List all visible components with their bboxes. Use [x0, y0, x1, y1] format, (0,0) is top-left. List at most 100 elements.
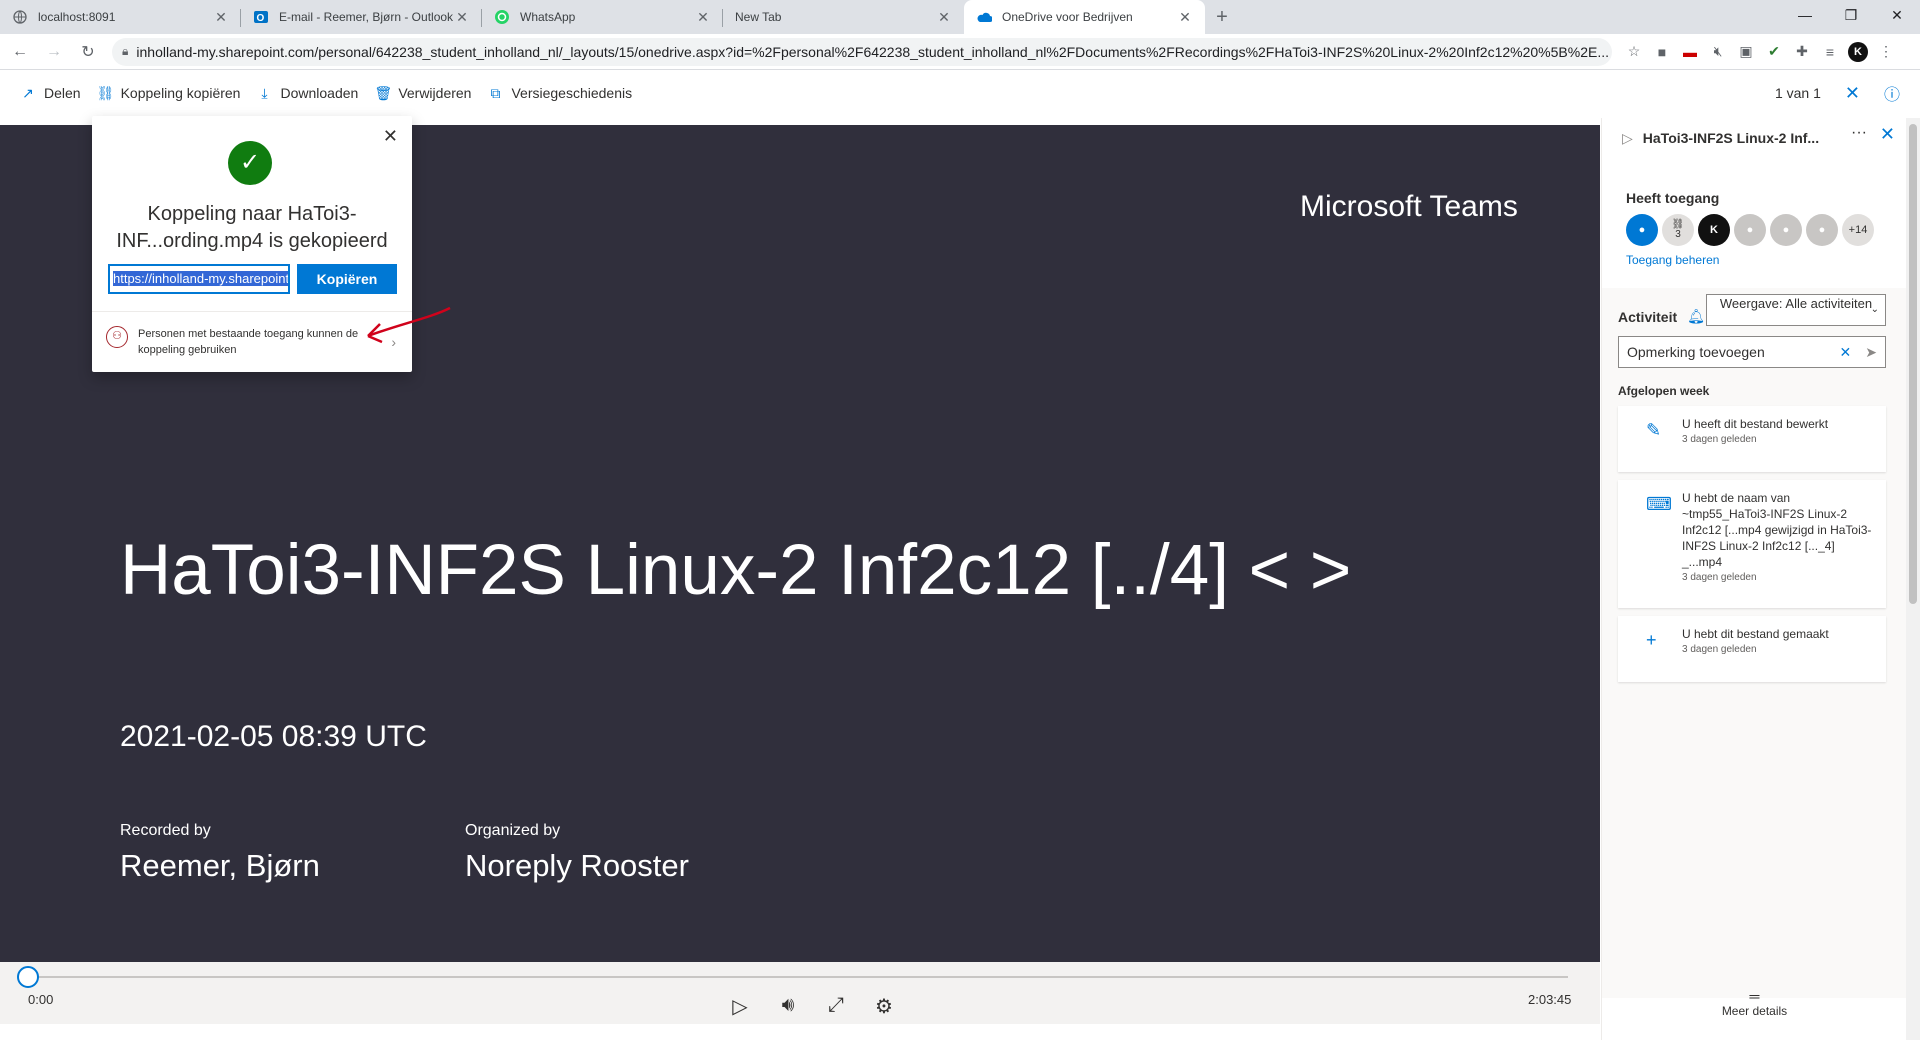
avatar[interactable]: ● — [1770, 214, 1802, 246]
close-icon[interactable]: ✕ — [383, 126, 398, 147]
avatar[interactable]: K — [1698, 214, 1730, 246]
profile-avatar[interactable]: K — [1844, 38, 1872, 66]
forward-icon[interactable]: → — [40, 38, 68, 66]
close-icon[interactable]: ✕ — [936, 9, 952, 25]
info-icon[interactable]: ⓘ — [1884, 81, 1900, 105]
copy-link-button[interactable]: ⛓ Koppeling kopiëren — [97, 85, 241, 102]
reload-icon[interactable]: ↻ — [74, 38, 102, 66]
maximize-icon[interactable]: ❐ — [1828, 0, 1874, 30]
link-url-field[interactable]: https://inholland-my.sharepoint.com — [108, 264, 290, 294]
globe-icon — [12, 9, 28, 25]
details-panel: ▷ HaToi3-INF2S Linux-2 Inf... ··· ✕ Heef… — [1601, 118, 1907, 1040]
recorded-by-label: Recorded by — [120, 822, 211, 839]
extension-icon[interactable]: ▬ — [1676, 38, 1704, 66]
link-settings-text: Personen met bestaande toegang kunnen de… — [138, 328, 359, 356]
link-share-icon[interactable]: ⛓ 3 — [1662, 214, 1694, 246]
extension-icon[interactable]: ✔ — [1760, 38, 1788, 66]
seek-bar[interactable] — [28, 976, 1568, 978]
link-icon: ⛓ — [96, 84, 115, 101]
control-buttons: ▷ 🔊︎ ⤢ ⚙ — [716, 994, 908, 1019]
last-week-heading: Afgelopen week — [1618, 384, 1710, 398]
link-settings[interactable]: ⚇ Personen met bestaande toegang kunnen … — [106, 326, 396, 358]
plus-icon: + — [1646, 630, 1657, 650]
tab-localhost[interactable]: localhost:8091 ✕ — [0, 0, 241, 34]
address-bar: ← → ↻ 🔒︎ inholland-my.sharepoint.com/per… — [0, 34, 1920, 70]
volume-icon[interactable]: 🔊︎ — [764, 994, 812, 1019]
settings-gear-icon[interactable]: ⚙ — [860, 994, 908, 1019]
close-window-icon[interactable]: ✕ — [1874, 0, 1920, 30]
close-icon[interactable]: ✕ — [1177, 9, 1193, 25]
share-button[interactable]: ↗ Delen — [20, 84, 80, 102]
panel-header: ▷ HaToi3-INF2S Linux-2 Inf... ··· ✕ — [1602, 118, 1907, 158]
annotation-arrow — [367, 306, 451, 344]
more-people-badge[interactable]: +14 — [1842, 214, 1874, 246]
panel-body: Heeft toegang ● ⛓ 3 K ● ● ● +14 Toegang b… — [1602, 158, 1907, 998]
person-icon[interactable]: ● — [1626, 214, 1658, 246]
scrollbar-thumb[interactable] — [1909, 124, 1917, 604]
avatar[interactable]: ● — [1734, 214, 1766, 246]
success-check-icon: ✓ — [228, 141, 272, 185]
activity-view-dropdown[interactable]: Weergave: Alle activiteiten ⌄ — [1706, 294, 1886, 326]
bookmark-star-icon[interactable]: ☆ — [1620, 38, 1648, 66]
window-controls: — ❐ ✕ — [1782, 0, 1920, 30]
scrollbar[interactable] — [1906, 118, 1920, 1040]
lock-icon: 🔒︎ — [122, 44, 129, 58]
close-viewer-icon[interactable]: ✕ — [1845, 83, 1860, 104]
send-icon[interactable]: ➤ — [1865, 344, 1877, 361]
video-date: 2021-02-05 08:39 UTC — [120, 720, 427, 753]
download-button[interactable]: ⤓ Downloaden — [256, 85, 358, 102]
clear-icon[interactable]: ✕ — [1840, 344, 1852, 361]
copy-button[interactable]: Kopiëren — [297, 264, 397, 294]
seek-handle[interactable] — [17, 966, 39, 988]
activity-card: ✎ U heeft dit bestand bewerkt 3 dagen ge… — [1618, 406, 1886, 472]
play-icon[interactable]: ▷ — [716, 994, 764, 1019]
access-avatars: ● ⛓ 3 K ● ● ● +14 — [1626, 214, 1878, 246]
command-bar: ↗ Delen ⛓ Koppeling kopiëren ⤓ Downloaden 🗑… — [0, 78, 1920, 108]
total-time: 2:03:45 — [1528, 992, 1572, 1007]
link-count: 3 — [1675, 229, 1681, 240]
close-panel-icon[interactable]: ✕ — [1880, 124, 1895, 145]
organized-by-value: Noreply Rooster — [465, 848, 689, 883]
tab-onedrive[interactable]: OneDrive voor Bedrijven ✕ — [964, 0, 1205, 34]
whatsapp-icon — [494, 9, 510, 25]
extension-toolbar: ☆ ■ ▬ 🔇︎ ▣ ✔ ✚ ≡ K ⋮ — [1620, 38, 1900, 66]
version-history-button[interactable]: ⧉ Versiegeschiedenis — [487, 85, 632, 102]
url-field[interactable]: 🔒︎ inholland-my.sharepoint.com/personal/… — [112, 37, 1612, 66]
video-title: HaToi3-INF2S Linux-2 Inf2c12 [../4] < > — [120, 531, 1352, 610]
media-icon[interactable]: ≡ — [1816, 38, 1844, 66]
delete-button[interactable]: 🗑︎ Verwijderen — [374, 85, 471, 102]
new-tab-button[interactable]: + — [1205, 0, 1239, 34]
more-details-button[interactable]: ═ Meer details — [1602, 988, 1907, 1018]
extension-icon[interactable]: ■ — [1648, 38, 1676, 66]
extension-icon[interactable]: ▣ — [1732, 38, 1760, 66]
comment-input[interactable]: Opmerking toevoegen ✕ ➤ — [1618, 336, 1886, 368]
people-icon: ⚇ — [106, 326, 128, 348]
access-section: Heeft toegang ● ⛓ 3 K ● ● ● +14 Toegang b… — [1602, 158, 1907, 288]
bell-icon[interactable]: 🔔︎ — [1687, 308, 1705, 325]
puzzle-icon[interactable]: ✚ — [1788, 38, 1816, 66]
outlook-icon: O — [253, 9, 269, 25]
avatar[interactable]: ● — [1806, 214, 1838, 246]
tab-title: OneDrive voor Bedrijven — [1002, 10, 1133, 24]
more-vertical-icon[interactable]: ⋮ — [1872, 38, 1900, 66]
tab-title: localhost:8091 — [38, 10, 116, 24]
tab-outlook[interactable]: O E-mail - Reemer, Bjørn - Outlook ✕ — [241, 0, 482, 34]
tab-title: WhatsApp — [520, 10, 576, 24]
onedrive-icon — [976, 9, 992, 25]
tab-whatsapp[interactable]: WhatsApp ✕ — [482, 0, 723, 34]
minimize-icon[interactable]: — — [1782, 0, 1828, 30]
share-icon: ↗ — [22, 84, 34, 101]
close-icon[interactable]: ✕ — [213, 9, 229, 25]
svg-text:O: O — [257, 13, 265, 24]
more-options-icon[interactable]: ··· — [1851, 124, 1867, 142]
back-icon[interactable]: ← — [6, 38, 34, 66]
fullscreen-icon[interactable]: ⤢ — [812, 994, 860, 1019]
trash-icon: 🗑︎ — [374, 84, 393, 101]
tab-new-tab[interactable]: New Tab ✕ — [723, 0, 964, 34]
manage-access-link[interactable]: Toegang beheren — [1626, 253, 1719, 267]
close-icon[interactable]: ✕ — [454, 9, 470, 25]
player-controls: 0:00 2:03:45 ▷ 🔊︎ ⤢ ⚙ — [0, 962, 1600, 1024]
close-icon[interactable]: ✕ — [695, 9, 711, 25]
mute-icon[interactable]: 🔇︎ — [1704, 38, 1732, 66]
activity-heading: Activiteit 🔔︎ — [1618, 308, 1705, 325]
